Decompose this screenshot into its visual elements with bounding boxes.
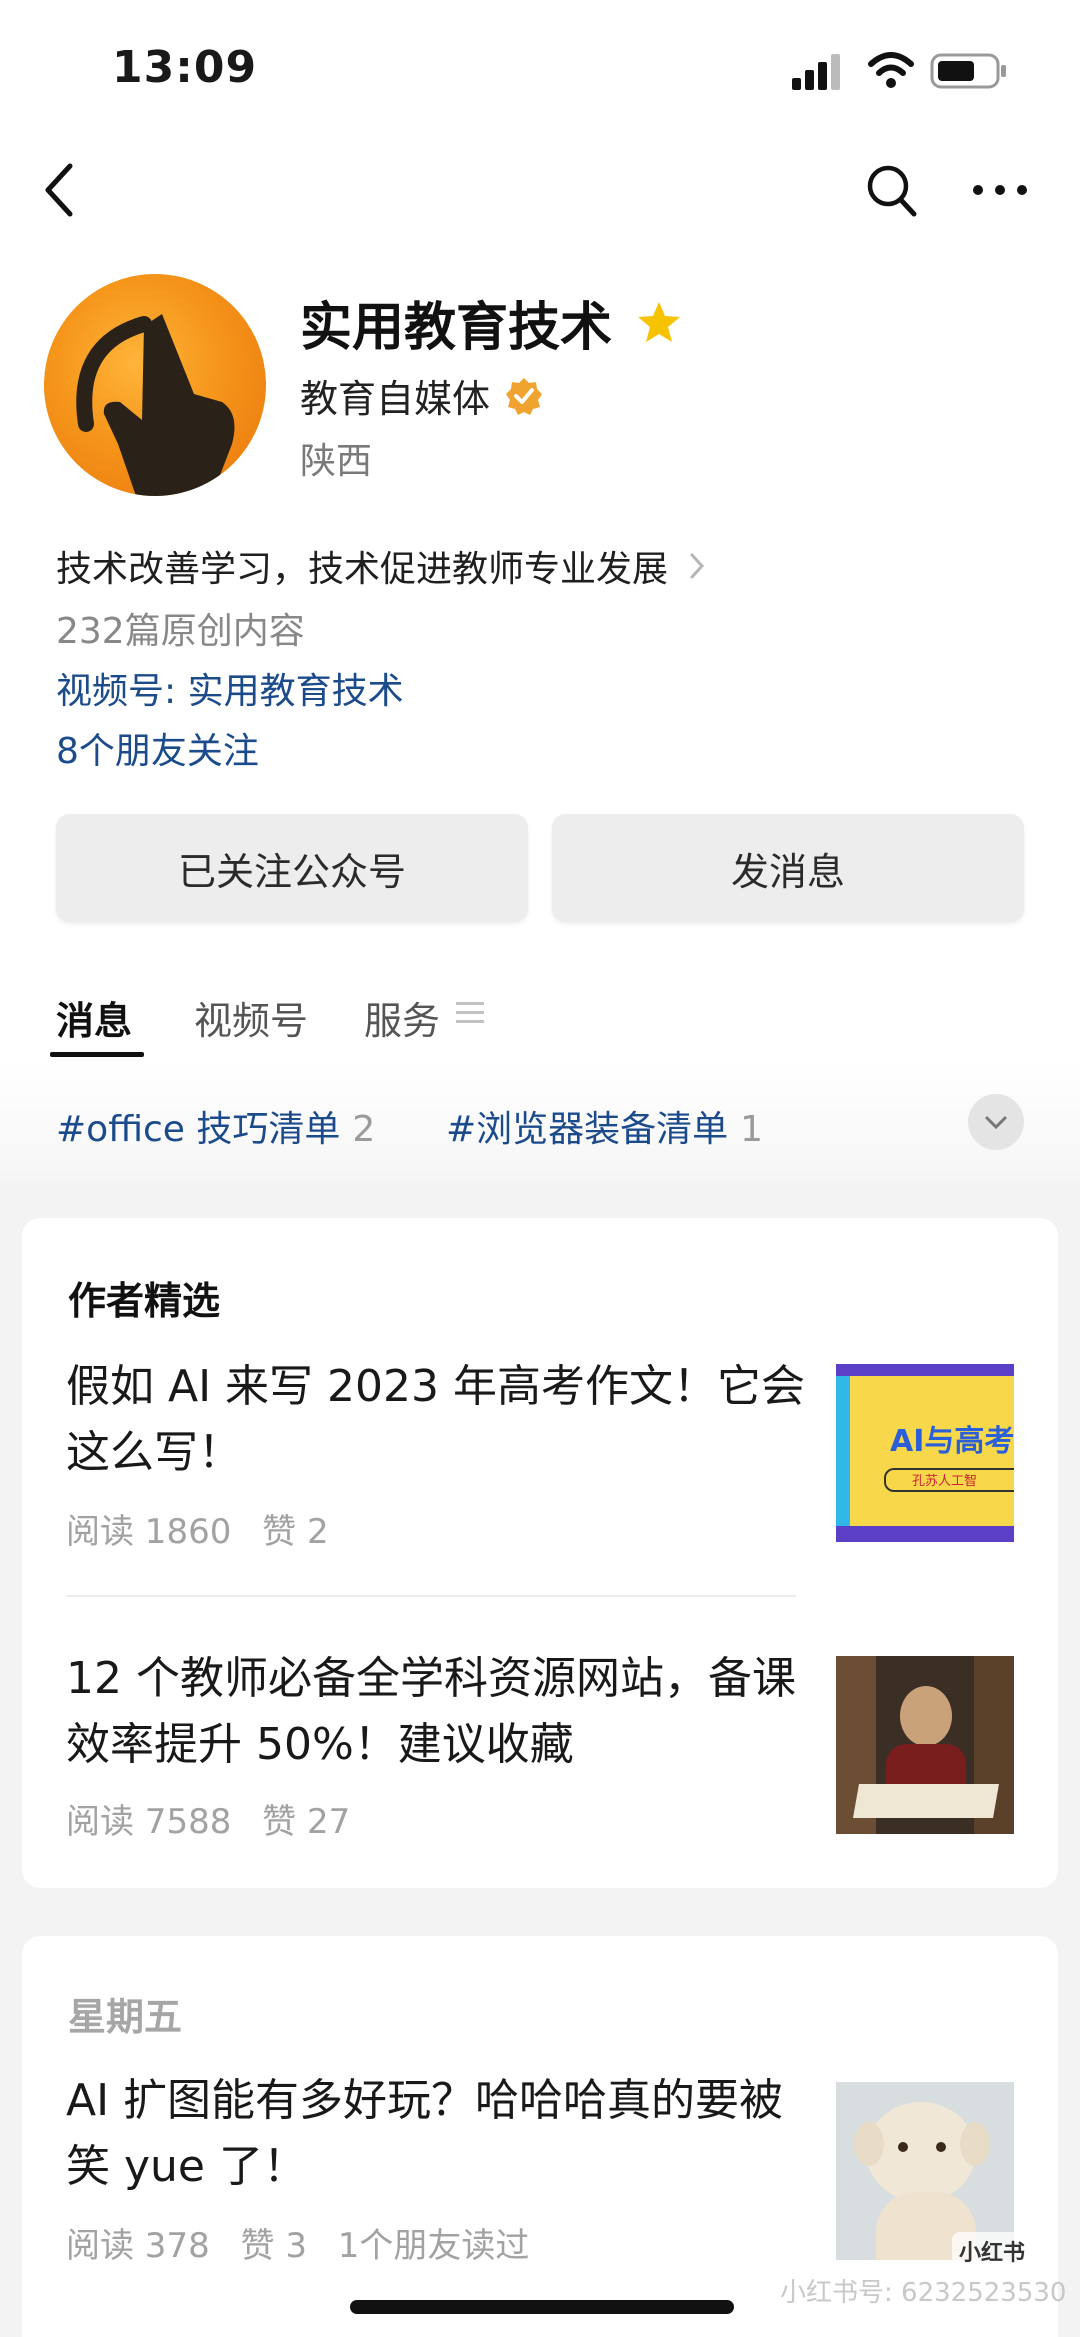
chevron-right-icon (690, 553, 705, 579)
chevron-down-icon (985, 1116, 1007, 1130)
menu-lines-icon[interactable] (456, 1000, 484, 1026)
watermark-badge: 小红书 (952, 2232, 1032, 2270)
verified-badge-icon (506, 377, 543, 415)
article-title[interactable]: AI 扩图能有多好玩？哈哈哈真的要被笑 yue 了！ (66, 2068, 806, 2200)
avatar[interactable] (44, 274, 266, 496)
status-time: 13:09 (112, 42, 258, 93)
article-meta: 阅读 7588 赞 27 (66, 1794, 350, 1843)
wifi-icon (868, 52, 914, 88)
featured-section-title: 作者精选 (68, 1279, 221, 1323)
hashtag-count: 1 (740, 1109, 764, 1150)
tab-messages[interactable]: 消息 (56, 990, 132, 1045)
more-dots-icon[interactable] (970, 180, 1030, 200)
home-indicator[interactable] (350, 2300, 734, 2314)
article-friends-read: 1个朋友读过 (337, 2226, 530, 2266)
article-likes: 赞 2 (262, 1512, 329, 1552)
friends-following-link[interactable]: 8个朋友关注 (56, 722, 259, 774)
back-arrow-icon[interactable] (40, 160, 80, 220)
account-description-row[interactable]: 技术改善学习，技术促进教师专业发展 (56, 540, 708, 592)
article-divider (66, 1595, 796, 1597)
article-likes: 赞 27 (262, 1802, 351, 1842)
article-reads: 阅读 7588 (66, 1802, 232, 1842)
account-type: 教育自媒体 (300, 377, 491, 421)
search-icon[interactable] (866, 164, 918, 218)
expand-hashtags-button[interactable] (968, 1094, 1024, 1150)
tab-services[interactable]: 服务 (364, 990, 440, 1045)
article-reads: 阅读 378 (66, 2226, 210, 2266)
account-title-row: 实用教育技术 (300, 292, 682, 358)
hashtag-office[interactable]: #office 技巧清单 2 (56, 1100, 375, 1152)
account-region: 陕西 (300, 441, 373, 482)
article-thumbnail[interactable]: AI与高考 孔苏人工智 (836, 1364, 1014, 1542)
thumbnail-caption: AI与高考 (890, 1424, 1014, 1459)
hashtag-count: 2 (352, 1109, 376, 1150)
article-reads: 阅读 1860 (66, 1512, 232, 1552)
account-description: 技术改善学习，技术促进教师专业发展 (56, 549, 669, 590)
account-type-row: 教育自媒体 (300, 368, 544, 423)
hashtag-label: #浏览器装备清单 (446, 1109, 729, 1150)
article-title[interactable]: 12 个教师必备全学科资源网站，备课效率提升 50%！建议收藏 (66, 1646, 806, 1778)
account-name: 实用教育技术 (300, 297, 613, 358)
article-meta: 阅读 1860 赞 2 (66, 1504, 329, 1553)
watermark-text: 小红书号: 6232523530 (780, 2278, 1067, 2308)
tab-video-channel[interactable]: 视频号 (194, 990, 308, 1045)
article-thumbnail[interactable] (836, 1656, 1014, 1834)
thumbnail-subcaption: 孔苏人工智 (912, 1474, 978, 1489)
hashtag-browser[interactable]: #浏览器装备清单 1 (446, 1100, 763, 1152)
signal-icon (792, 54, 840, 90)
send-message-button[interactable]: 发消息 (552, 814, 1024, 922)
video-channel-link[interactable]: 视频号: 实用教育技术 (56, 662, 404, 714)
hand-pointer-logo-icon (76, 314, 235, 496)
battery-icon (930, 53, 1006, 89)
article-meta: 阅读 378 赞 3 1个朋友读过 (66, 2218, 529, 2267)
hashtag-label: #office 技巧清单 (56, 1109, 341, 1150)
article-title[interactable]: 假如 AI 来写 2023 年高考作文！它会这么写！ (66, 1354, 806, 1486)
article-likes: 赞 3 (240, 2226, 307, 2266)
active-tab-indicator (50, 1052, 144, 1057)
date-header: 星期五 (68, 1995, 183, 2039)
star-icon[interactable] (636, 299, 682, 345)
original-content-count[interactable]: 232篇原创内容 (56, 602, 305, 654)
followed-button[interactable]: 已关注公众号 (56, 814, 528, 922)
